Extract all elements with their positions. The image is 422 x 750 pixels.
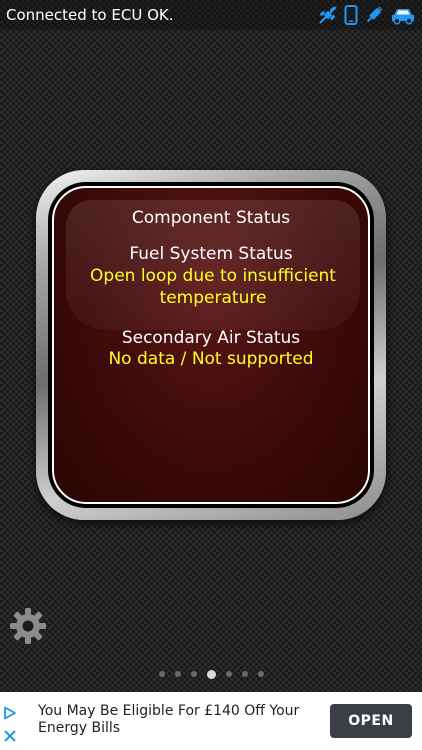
page-dot[interactable] [241,671,248,677]
page-indicator [0,668,422,680]
ad-text[interactable]: You May Be Eligible For £140 Off Your En… [38,703,323,737]
component-status-panel[interactable]: Component Status Fuel System Status Open… [52,186,370,504]
page-dot[interactable] [174,671,181,677]
page-dot[interactable] [158,671,165,677]
ad-open-button[interactable]: OPEN [330,704,412,738]
panel-title: Component Status [131,208,291,228]
status-icons [318,5,416,25]
page-dot[interactable] [190,671,197,677]
connection-status: Connected to ECU OK. [6,6,174,24]
page-dot-active[interactable] [206,669,216,679]
close-icon[interactable] [3,728,17,747]
status-bar: Connected to ECU OK. [0,0,422,30]
gear-icon [8,608,48,650]
fuel-system-label: Fuel System Status [129,244,293,264]
secondary-air-label: Secondary Air Status [121,328,301,348]
car-icon[interactable] [390,5,416,25]
page-dot[interactable] [257,671,264,677]
plug-icon[interactable] [364,5,384,25]
ad-choices-icon[interactable] [3,705,17,724]
fuel-system-value: Open loop due to insufficient temperatur… [90,266,336,308]
page-dot[interactable] [225,671,232,677]
ad-banner[interactable]: You May Be Eligible For £140 Off Your En… [0,692,422,750]
phone-icon[interactable] [344,5,358,25]
gauge-frame: Component Status Fuel System Status Open… [36,170,386,520]
satellite-off-icon[interactable] [318,5,338,25]
secondary-air-value: No data / Not supported [108,349,314,369]
settings-button[interactable] [8,606,48,646]
